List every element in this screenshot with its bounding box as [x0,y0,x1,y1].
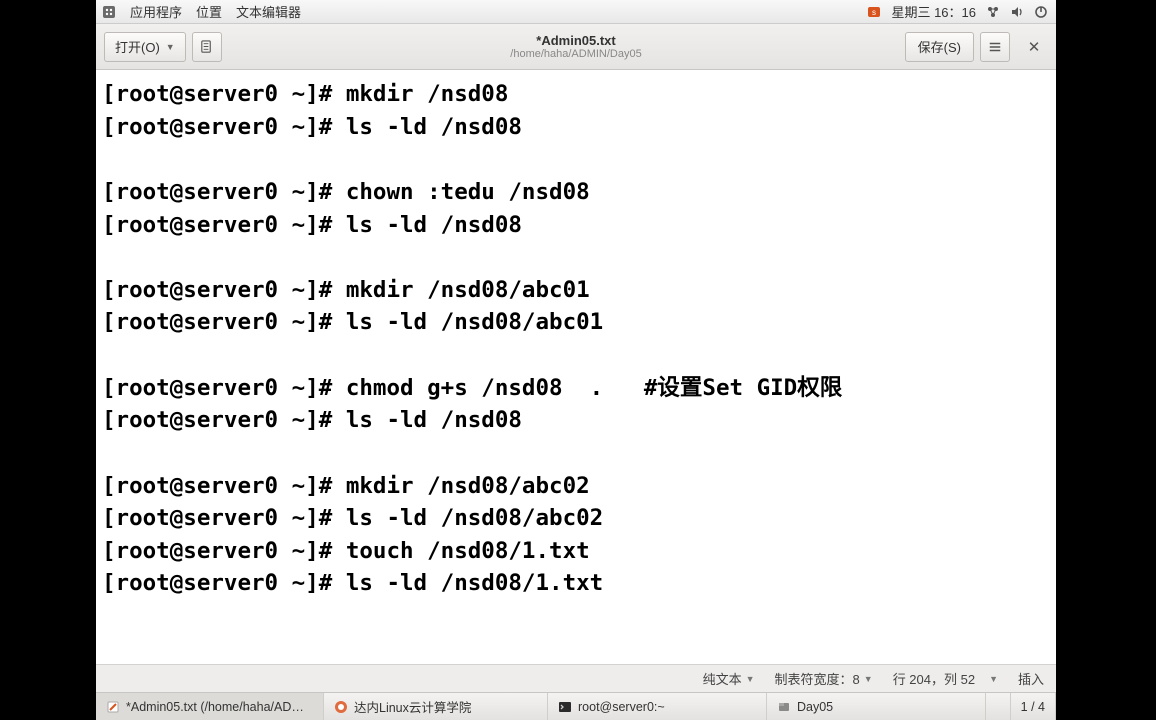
hamburger-menu-button[interactable] [980,32,1010,62]
taskbar-item-gedit[interactable]: *Admin05.txt (/home/haha/AD… [96,693,324,720]
chevron-down-icon: ▼ [166,42,175,52]
taskbar-item-label: 达内Linux云计算学院 [354,697,471,716]
taskbar-item-terminal[interactable]: root@server0:~ [548,693,767,720]
volume-icon[interactable] [1010,5,1024,19]
cursor-position-selector[interactable]: 行 204，列 52▼ [893,669,998,688]
applications-icon [102,5,116,19]
terminal-icon [558,700,572,714]
svg-text:s: s [872,8,876,17]
taskbar-item-label: root@server0:~ [578,700,665,714]
editor-text[interactable]: [root@server0 ~]# mkdir /nsd08 [root@ser… [102,78,1050,600]
taskbar: *Admin05.txt (/home/haha/AD… 达内Linux云计算学… [96,692,1056,720]
open-button[interactable]: 打开(O) ▼ [104,32,186,62]
window-title: *Admin05.txt [510,33,641,48]
clock[interactable]: 星期三 16：16 [891,2,976,21]
network-icon[interactable] [986,5,1000,19]
new-document-button[interactable] [192,32,222,62]
gedit-icon [106,700,120,714]
taskbar-item-label: *Admin05.txt (/home/haha/AD… [126,700,304,714]
insert-mode-label: 插入 [1018,669,1044,688]
taskbar-item-label: Day05 [797,700,833,714]
workspace-switcher[interactable]: 1 / 4 [1010,693,1056,720]
window-headerbar: 打开(O) ▼ *Admin05.txt /home/haha/ADMIN/Da… [96,24,1056,70]
close-button[interactable]: ✕ [1020,33,1048,61]
menu-applications[interactable]: 应用程序 [130,2,182,21]
taskbar-item-browser[interactable]: 达内Linux云计算学院 [324,693,548,720]
tab-width-selector[interactable]: 制表符宽度：8▼ [775,669,873,688]
taskbar-item-files[interactable]: Day05 [767,693,986,720]
menu-places[interactable]: 位置 [196,2,222,21]
menu-texteditor[interactable]: 文本编辑器 [236,2,301,21]
syntax-mode-selector[interactable]: 纯文本▼ [703,669,755,688]
save-button[interactable]: 保存(S) [905,32,974,62]
window-subtitle: /home/haha/ADMIN/Day05 [510,48,641,60]
editor-area[interactable]: [root@server0 ~]# mkdir /nsd08 [root@ser… [96,70,1056,664]
files-icon [777,700,791,714]
top-panel: 应用程序 位置 文本编辑器 s 星期三 16：16 [96,0,1056,24]
power-icon[interactable] [1034,5,1048,19]
input-method-icon[interactable]: s [867,5,881,19]
status-bar: 纯文本▼ 制表符宽度：8▼ 行 204，列 52▼ 插入 [96,664,1056,692]
browser-icon [334,700,348,714]
